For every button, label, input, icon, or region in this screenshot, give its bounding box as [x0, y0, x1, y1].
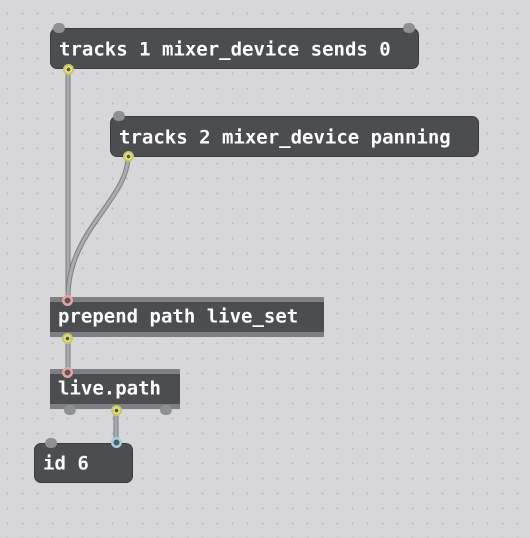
outlet-icon[interactable] [123, 151, 134, 162]
outlet-icon[interactable] [111, 405, 122, 416]
inlet-icon[interactable] [62, 295, 73, 306]
outlet-icon[interactable] [62, 333, 73, 344]
object-text: live.path [58, 377, 161, 400]
inlet-icon[interactable] [62, 367, 73, 378]
object-box-prepend[interactable]: prepend path live_set [50, 295, 324, 344]
message-box-tracks-1-sends[interactable]: tracks 1 mixer_device sends 0 [50, 23, 419, 75]
outlet-icon[interactable] [63, 64, 74, 75]
inlet-icon[interactable] [113, 111, 125, 121]
inlet-icon[interactable] [53, 23, 65, 33]
outlet-icon[interactable] [64, 405, 76, 415]
message-text: tracks 1 mixer_device sends 0 [59, 38, 391, 60]
object-box-live-path[interactable]: live.path [50, 367, 180, 416]
message-box-id[interactable]: id 6 [34, 437, 133, 483]
object-text: prepend path live_set [58, 305, 299, 328]
patch-cord[interactable] [65, 153, 131, 300]
outlet-icon[interactable] [160, 405, 172, 415]
inlet-icon[interactable] [45, 438, 57, 448]
message-box-tracks-2-panning[interactable]: tracks 2 mixer_device panning [110, 111, 479, 162]
inlet-icon[interactable] [403, 23, 415, 33]
message-text: tracks 2 mixer_device panning [119, 126, 451, 148]
patcher-canvas[interactable]: tracks 1 mixer_device sends 0 tracks 2 m… [0, 0, 530, 538]
message-text: id 6 [43, 452, 89, 475]
inlet-icon[interactable] [111, 437, 122, 448]
